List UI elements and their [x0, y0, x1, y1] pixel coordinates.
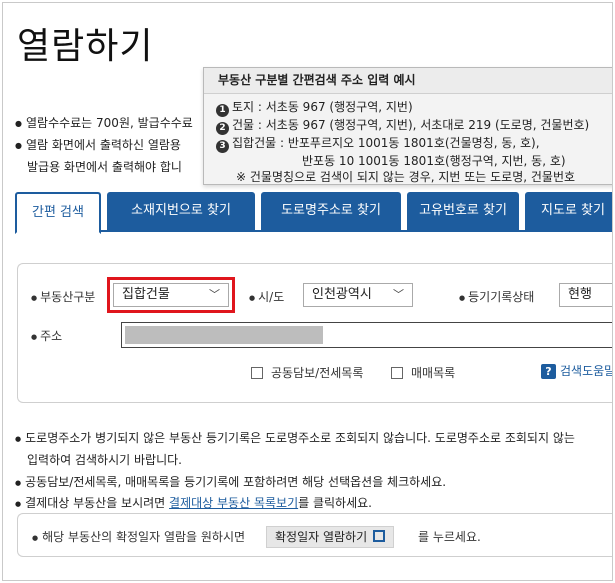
info-options: ● 공동담보/전세목록, 매매목록을 등기기록에 포함하려면 해당 선택옵션을 체…	[15, 475, 447, 489]
tooltip-item-collective-2: 반포동 10 1001동 1801호(행정구역, 지번, 동, 호)	[302, 154, 566, 168]
region-label: ● 시/도	[249, 290, 285, 304]
joint-collateral-checkbox[interactable]: 공동담보/전세목록	[251, 364, 363, 381]
confirmation-date-button[interactable]: 확정일자 열람하기	[266, 526, 395, 548]
tab-simple-search[interactable]: 간편 검색	[15, 192, 101, 234]
tab-unique-number[interactable]: 고유번호로 찾기	[407, 192, 519, 232]
search-tabs: 간편 검색 소재지번으로 찾기 도로명주소로 찾기 고유번호로 찾기 지도로 찾…	[15, 192, 612, 234]
info-road-address-2: 입력하여 검색하시기 바랍니다.	[27, 453, 182, 467]
notice-view-print: ● 열람 화면에서 출력하신 열람용	[15, 138, 181, 152]
confirmation-date-text: ● 해당 부동산의 확정일자 열람을 원하시면	[32, 530, 246, 544]
tab-road-address[interactable]: 도로명주소로 찾기	[261, 192, 401, 232]
confirmation-date-tail: 를 누르세요.	[418, 530, 481, 544]
checkbox-icon	[391, 367, 403, 379]
question-icon: ?	[541, 364, 556, 379]
info-road-address: ● 도로명주소가 병기되지 않은 부동산 등기기록은 도로명주소로 조회되지 않습…	[15, 431, 575, 445]
confirmation-date-box: ● 해당 부동산의 확정일자 열람을 원하시면 확정일자 열람하기 를 누르세요.	[17, 513, 612, 557]
search-help-button[interactable]: ? 검색도움말	[541, 362, 612, 382]
tooltip-item-land: 1 토지 : 서초동 967 (행정구역, 지번)	[216, 98, 413, 117]
address-input[interactable]	[121, 322, 612, 348]
address-example-tooltip: 부동산 구분별 간편검색 주소 입력 예시 1 토지 : 서초동 967 (행정구…	[203, 67, 612, 185]
sale-list-checkbox[interactable]: 매매목록	[391, 364, 455, 381]
registry-status-label: ● 등기기록상태	[459, 290, 535, 304]
page-title: 열람하기	[17, 26, 154, 67]
chevron-down-icon: ﹀	[393, 288, 404, 301]
tooltip-title: 부동산 구분별 간편검색 주소 입력 예시	[204, 68, 612, 94]
checkbox-icon	[251, 367, 263, 379]
property-type-label: ● 부동산구분	[31, 290, 96, 304]
highlight-box	[107, 277, 235, 313]
tooltip-item-collective: 3 집합건물 : 반포푸르지오 1001동 1801호(건물명칭, 동, 호),	[216, 134, 540, 153]
info-payment: ● 결제대상 부동산을 보시려면 결제대상 부동산 목록보기를 클릭하세요.	[15, 496, 372, 510]
redacted-address	[125, 326, 323, 344]
page-frame: 열람하기 ● 열람수수료는 700원, 발급수수료 ● 열람 화면에서 출력하신 열…	[2, 2, 613, 581]
tab-lot-number[interactable]: 소재지번으로 찾기	[107, 192, 255, 232]
region-select[interactable]: 인천광역시 ﹀	[303, 283, 413, 307]
address-label: ● 주소	[31, 329, 63, 343]
number-3-icon: 3	[216, 140, 229, 153]
registry-status-select[interactable]: 현행	[559, 283, 612, 307]
payment-list-link[interactable]: 결제대상 부동산 목록보기	[169, 496, 298, 510]
tooltip-note: ※ 건물명칭으로 검색이 되지 않는 경우, 지번 또는 도로명, 건물번호	[236, 170, 576, 184]
external-link-icon	[373, 530, 386, 542]
tab-map[interactable]: 지도로 찾기	[525, 192, 612, 232]
tooltip-item-building: 2 건물 : 서초동 967 (행정구역, 지번), 서초대로 219 (도로명,…	[216, 116, 589, 135]
notice-issue-print: 발급용 화면에서 출력해야 합니	[27, 160, 182, 174]
notice-fee: ● 열람수수료는 700원, 발급수수료	[15, 116, 193, 130]
